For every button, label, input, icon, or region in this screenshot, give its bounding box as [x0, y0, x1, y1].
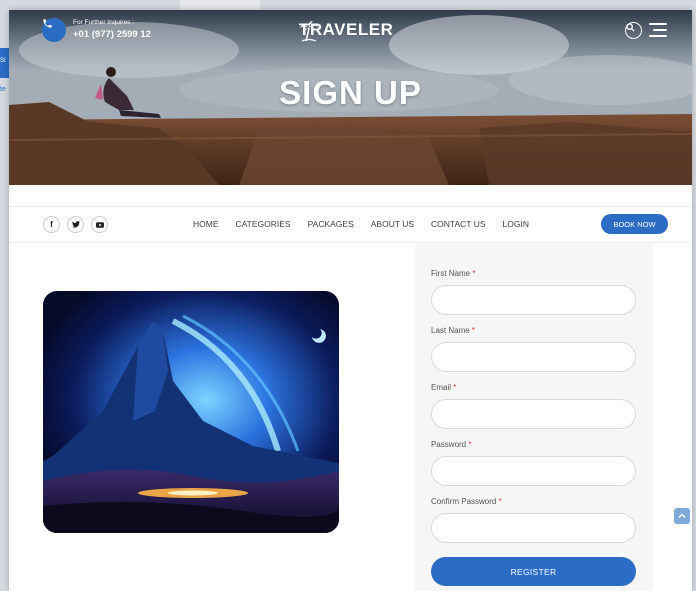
nav-categories[interactable]: CATEGORIES	[236, 219, 291, 229]
menu-bar	[649, 35, 667, 37]
hamburger-menu-icon[interactable]	[649, 23, 667, 37]
twitter-icon[interactable]	[67, 216, 84, 233]
site-logo[interactable]: TRAVELER	[299, 20, 393, 42]
confirm-password-field[interactable]	[431, 513, 636, 543]
fantasy-mountain-image	[43, 291, 339, 533]
contact-phone[interactable]: +01 (977) 2599 12	[73, 29, 151, 40]
nav-home[interactable]: HOME	[193, 219, 219, 229]
confirm-password-label: Confirm Password *	[431, 497, 502, 506]
background-toolbar	[180, 0, 260, 10]
nav-links: HOME CATEGORIES PACKAGES ABOUT US CONTAC…	[193, 219, 546, 229]
search-icon[interactable]	[625, 22, 642, 39]
password-field[interactable]	[431, 456, 636, 486]
nav-packages[interactable]: PACKAGES	[308, 219, 354, 229]
nav-about-us[interactable]: ABOUT US	[371, 219, 414, 229]
signup-form: First Name * Last Name * Email * Passwor…	[415, 243, 653, 591]
first-name-label: First Name *	[431, 269, 476, 278]
phone-icon[interactable]	[42, 18, 66, 42]
contact-label: For Further Inquires :	[73, 19, 135, 26]
first-name-field[interactable]	[431, 285, 636, 315]
website-window: For Further Inquires : +01 (977) 2599 12…	[9, 10, 692, 591]
register-button[interactable]: REGISTER	[431, 557, 636, 586]
book-now-button[interactable]: BOOK NOW	[601, 214, 668, 234]
page-title: SIGN UP	[279, 74, 422, 111]
facebook-icon[interactable]: f	[43, 216, 60, 233]
main-navigation: f HOME CATEGORIES PACKAGES ABOUT US CONT…	[9, 207, 692, 243]
chevron-up-icon[interactable]	[674, 508, 690, 524]
last-name-field[interactable]	[431, 342, 636, 372]
last-name-label: Last Name *	[431, 326, 476, 335]
nav-login[interactable]: LOGIN	[503, 219, 529, 229]
email-field[interactable]	[431, 399, 636, 429]
nav-contact-us[interactable]: CONTACT US	[431, 219, 485, 229]
password-label: Password *	[431, 440, 472, 449]
hero-banner: For Further Inquires : +01 (977) 2599 12…	[9, 10, 692, 185]
menu-bar	[649, 23, 667, 25]
menu-bar	[653, 29, 667, 31]
palm-tree-icon	[300, 21, 318, 42]
hero-bottom-strip	[9, 185, 692, 207]
screen: SI te For Further Inquires: +01 (977) 2…	[0, 0, 696, 591]
youtube-icon[interactable]	[91, 216, 108, 233]
email-label: Email *	[431, 383, 457, 392]
